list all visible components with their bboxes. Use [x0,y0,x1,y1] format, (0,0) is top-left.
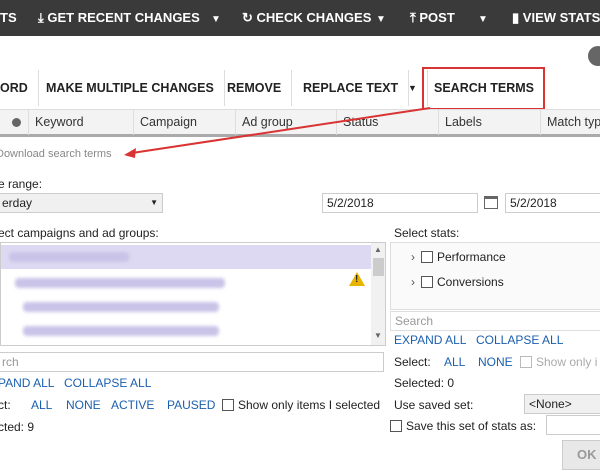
calendar-icon[interactable] [484,196,498,209]
stats-select-all-link[interactable]: ALL [444,355,465,369]
saved-set-label: Use saved set: [394,398,474,412]
select-none-link[interactable]: NONE [66,398,101,412]
tree-row[interactable] [1,271,371,295]
show-only-selected-checkbox[interactable]: Show only items I selected [222,398,380,412]
select-active-link[interactable]: ACTIVE [111,398,154,412]
save-stats-set-checkbox[interactable]: Save this set of stats as: [390,419,536,433]
select-paused-link[interactable]: PAUSED [167,398,215,412]
stats-item-performance[interactable]: › Performance [411,250,506,264]
collapse-all-link[interactable]: COLLAPSE ALL [64,376,151,390]
checkbox-icon[interactable] [421,251,433,263]
date-range-label: e range: [0,177,43,191]
stats-selected-count: Selected: 0 [394,376,455,390]
stats-item-conversions[interactable]: › Conversions [411,275,504,289]
tree-row[interactable] [1,319,371,343]
stats-expand-all-link[interactable]: EXPAND ALL [394,333,466,347]
campaigns-label: ect campaigns and ad groups: [0,226,159,240]
stats-set-name-input[interactable] [546,415,600,435]
stats-collapse-all-link[interactable]: COLLAPSE ALL [476,333,563,347]
saved-set-select[interactable]: <None> [524,394,600,414]
end-date-input[interactable]: 5/2/2018 [505,193,600,213]
chevron-right-icon: › [411,275,415,289]
stats-search-input[interactable]: Search [390,311,600,331]
select-label: ct: [0,398,11,412]
checkbox-icon [222,399,234,411]
download-search-terms-link[interactable]: Download search terms [0,148,112,160]
expand-all-link[interactable]: PAND ALL [0,376,54,390]
ok-button[interactable]: OK [562,440,600,470]
campaign-search-input[interactable]: rch [0,352,384,372]
stats-select-label: Select: [394,355,431,369]
checkbox-icon [520,356,532,368]
chevron-right-icon: › [411,250,415,264]
select-stats-label: Select stats: [394,226,460,240]
stats-select-none-link[interactable]: NONE [478,355,513,369]
tree-row[interactable] [1,245,371,269]
checkbox-icon[interactable] [421,276,433,288]
date-range-select[interactable]: erday ▼ [0,193,163,213]
campaign-tree: ▲ ▼ [0,242,386,346]
select-all-link[interactable]: ALL [31,398,52,412]
checkbox-icon [390,420,402,432]
tree-row[interactable] [1,295,371,319]
stats-show-only-checkbox[interactable]: Show only i [520,355,597,369]
start-date-input[interactable]: 5/2/2018 [322,193,478,213]
tree-scrollbar[interactable]: ▲ ▼ [371,243,385,345]
chevron-down-icon: ▼ [150,198,158,207]
campaigns-selected-count: cted: 9 [0,420,35,434]
warning-icon: ! [349,272,365,286]
